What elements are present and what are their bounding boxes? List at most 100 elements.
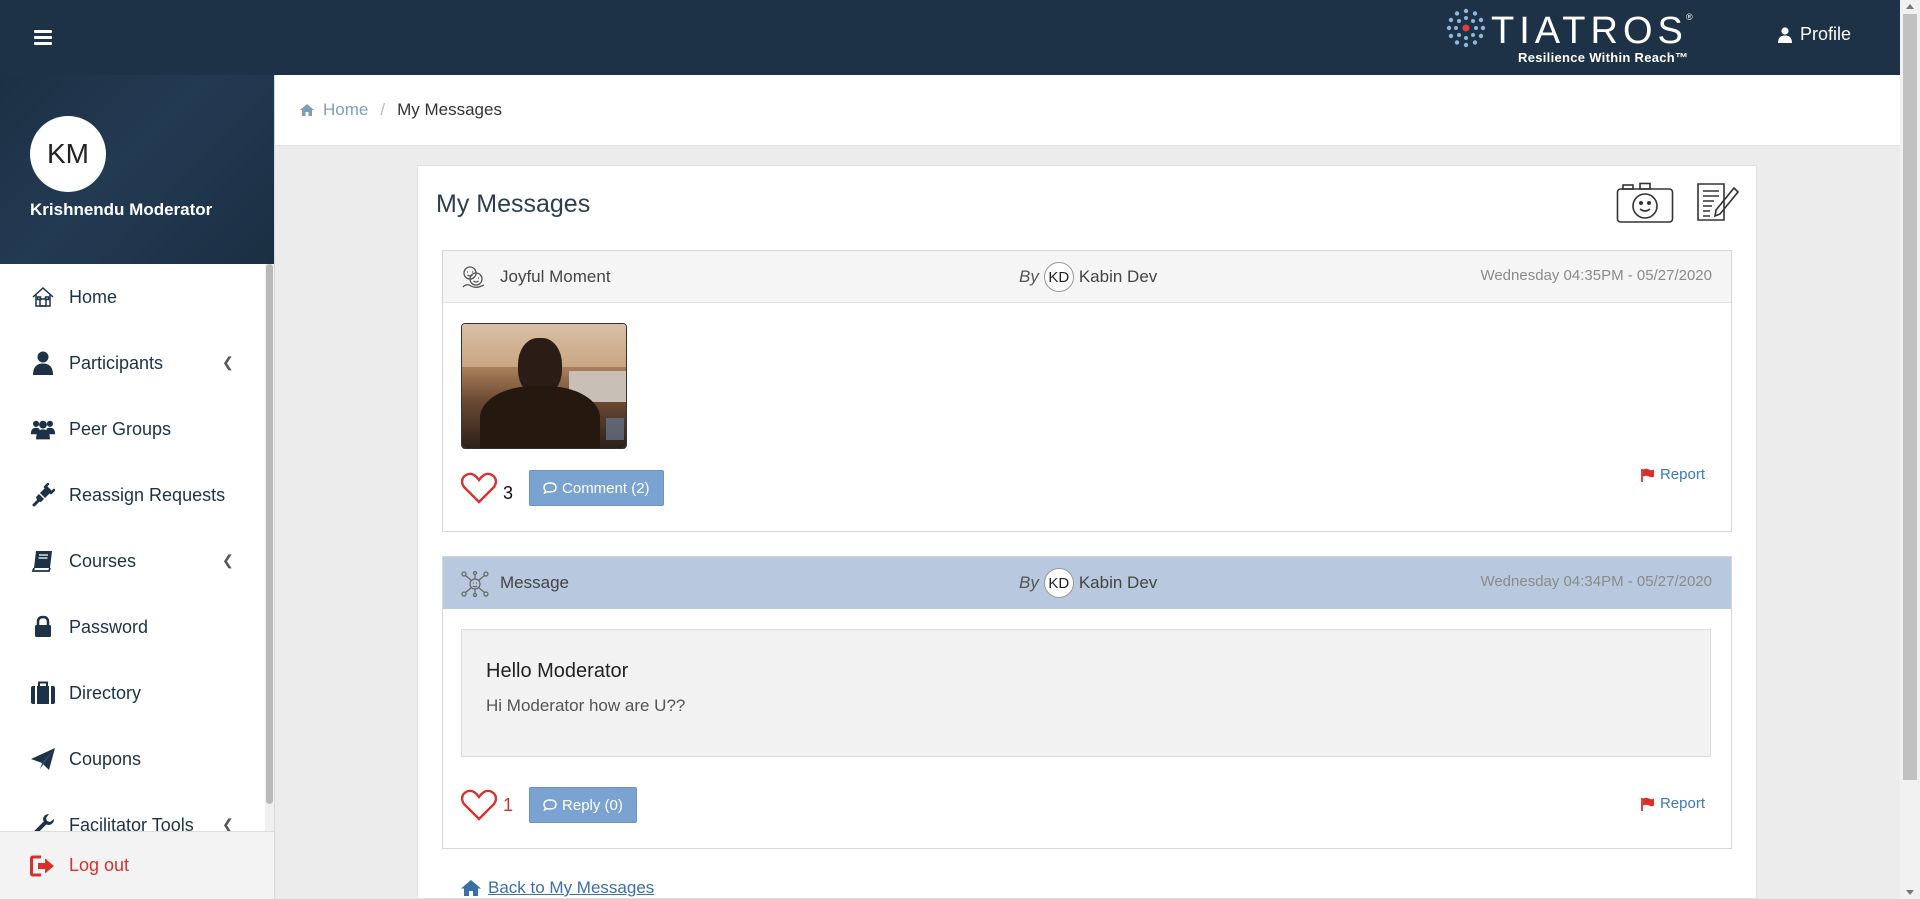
message-text: Hi Moderator how are U?? [486, 696, 686, 715]
heart-icon[interactable] [461, 789, 497, 821]
like-count: 1 [503, 794, 514, 815]
home-icon [30, 284, 56, 310]
logo-wordmark: TIATROS [1491, 10, 1688, 52]
report-label: Report [1659, 795, 1705, 812]
sidebar-user-panel: KM Krishnendu Moderator [0, 75, 274, 264]
comment-label: Comment (2) [562, 479, 650, 497]
message-title: Hello Moderator [486, 660, 629, 682]
author-avatar: KD [1043, 262, 1074, 292]
post-photo[interactable] [461, 323, 627, 449]
back-link-label: Back to My Messages [488, 878, 655, 897]
post-actions: 1 Reply (0) [461, 787, 637, 823]
home-icon [300, 104, 314, 116]
sidebar-item-label: Participants [69, 352, 164, 373]
sidebar-item-label: Directory [69, 682, 142, 703]
flag-icon [1641, 468, 1654, 482]
breadcrumb: Home / My Messages [275, 75, 1900, 146]
logo-registered-mark: ® [1686, 12, 1693, 22]
reply-label: Reply (0) [562, 796, 623, 814]
sign-out-icon [30, 855, 56, 877]
top-navbar: TIATROS ® Resilience Within Reach™ Profi… [0, 0, 1900, 75]
post-header[interactable]: Joyful Moment By KD Kabin Dev Wednesday … [443, 251, 1731, 303]
sidebar-item-courses[interactable]: Courses ❮ [0, 528, 274, 594]
paper-plane-icon [30, 746, 56, 772]
sidebar-item-label: Peer Groups [69, 418, 172, 439]
scroll-down-arrow-icon[interactable] [1906, 890, 1914, 895]
user-icon [1778, 26, 1792, 43]
lock-icon [30, 614, 56, 640]
logout-label: Log out [69, 855, 130, 875]
page-scrollbar-thumb[interactable] [1903, 14, 1917, 780]
sidebar-item-reassign-requests[interactable]: Reassign Requests [0, 462, 274, 528]
card-toolbar [1616, 182, 1740, 229]
flag-icon [1641, 797, 1654, 811]
message-body: Hello Moderator Hi Moderator how are U?? [461, 629, 1711, 757]
sidebar-item-peer-groups[interactable]: Peer Groups [0, 396, 274, 462]
sidebar-scrollbar-thumb[interactable] [266, 264, 273, 804]
post-author[interactable]: By KD Kabin Dev [1019, 568, 1157, 598]
sidebar-item-label: Courses [69, 550, 137, 571]
page-scrollbar[interactable] [1900, 0, 1920, 899]
scroll-up-arrow-icon[interactable] [1906, 4, 1914, 9]
chevron-left-icon: ❮ [222, 354, 234, 370]
logout-button[interactable]: Log out [0, 831, 274, 899]
comment-button[interactable]: Comment (2) [529, 470, 664, 506]
author-name: Kabin Dev [1078, 573, 1158, 592]
logo-tagline: Resilience Within Reach™ [1518, 50, 1689, 65]
breadcrumb-separator: / [380, 100, 386, 119]
post-card: Joyful Moment By KD Kabin Dev Wednesday … [442, 250, 1732, 532]
briefcase-icon [30, 680, 56, 706]
by-label: By [1019, 267, 1039, 286]
breadcrumb-home-label: Home [323, 100, 369, 119]
messages-card: My Messages Joyful Moment By KD Kabin De… [417, 165, 1757, 899]
chevron-left-icon: ❮ [222, 552, 234, 568]
page-title: My Messages [436, 190, 591, 218]
user-name: Krishnendu Moderator [30, 200, 213, 219]
post-type-label: Joyful Moment [500, 267, 611, 286]
users-icon [30, 416, 56, 442]
breadcrumb-current: My Messages [397, 100, 502, 119]
report-link[interactable]: Report [1641, 466, 1705, 483]
post-author[interactable]: By KD Kabin Dev [1019, 262, 1157, 292]
sidebar-item-label: Home [69, 286, 118, 307]
sidebar: KM Krishnendu Moderator Home Participant… [0, 75, 275, 899]
sidebar-scrollbar[interactable] [265, 264, 274, 869]
sidebar-nav: Home Participants ❮ Peer Groups Reassign… [0, 264, 274, 858]
author-avatar: KD [1043, 568, 1074, 598]
sidebar-item-directory[interactable]: Directory [0, 660, 274, 726]
post-header[interactable]: Message By KD Kabin Dev Wednesday 04:34P… [443, 557, 1731, 609]
profile-link[interactable]: Profile [1778, 24, 1851, 45]
message-network-icon [461, 570, 489, 602]
sidebar-item-label: Password [69, 616, 149, 637]
profile-label: Profile [1800, 24, 1852, 44]
report-link[interactable]: Report [1641, 795, 1705, 812]
tiatros-logo[interactable]: TIATROS ® Resilience Within Reach™ [1446, 8, 1696, 68]
report-label: Report [1659, 466, 1705, 483]
sidebar-item-password[interactable]: Password [0, 594, 274, 660]
camera-icon[interactable] [1616, 182, 1674, 229]
by-label: By [1019, 573, 1039, 592]
post-actions: 3 Comment (2) [461, 470, 664, 506]
like-count: 3 [503, 482, 514, 503]
comment-icon [543, 482, 557, 494]
sidebar-item-label: Reassign Requests [69, 484, 226, 505]
book-icon [30, 548, 56, 574]
post-timestamp: Wednesday 04:35PM - 05/27/2020 [1480, 267, 1712, 284]
plug-icon [30, 482, 56, 508]
joyful-moment-icon [461, 265, 487, 294]
post-card: Message By KD Kabin Dev Wednesday 04:34P… [442, 556, 1732, 849]
back-to-messages-link[interactable]: Back to My Messages [460, 878, 654, 898]
menu-toggle-icon[interactable] [34, 30, 52, 46]
compose-note-icon[interactable] [1696, 182, 1740, 229]
heart-icon[interactable] [461, 472, 497, 504]
breadcrumb-home-link[interactable]: Home [299, 100, 368, 120]
comment-icon [543, 799, 557, 811]
user-avatar[interactable]: KM [30, 116, 106, 192]
sidebar-item-home[interactable]: Home [0, 264, 274, 330]
sidebar-item-coupons[interactable]: Coupons [0, 726, 274, 792]
sidebar-item-participants[interactable]: Participants ❮ [0, 330, 274, 396]
logo-mark-icon [1446, 8, 1486, 48]
post-timestamp: Wednesday 04:34PM - 05/27/2020 [1480, 573, 1712, 590]
sidebar-item-label: Coupons [69, 748, 142, 769]
reply-button[interactable]: Reply (0) [529, 787, 637, 823]
